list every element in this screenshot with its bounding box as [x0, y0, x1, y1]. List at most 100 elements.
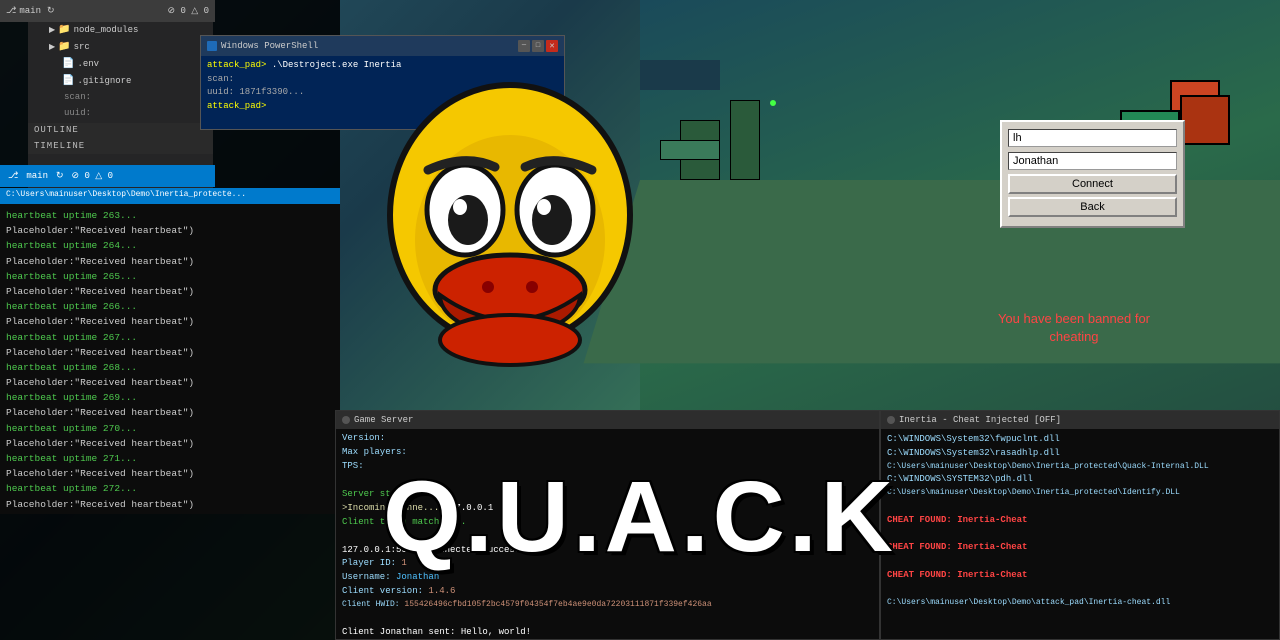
file-tree-item-gitignore[interactable]: 📄 .gitignore	[28, 73, 213, 90]
terminal-line: Placeholder:"Received heartbeat")	[6, 345, 334, 360]
gs-client-msg: Client Jonathan sent: Hello, world!	[342, 627, 531, 637]
file-item-label: src	[74, 41, 90, 55]
file-item-label: .env	[77, 58, 99, 72]
username-input[interactable]	[1008, 152, 1177, 170]
ban-line-2: cheating	[998, 328, 1150, 346]
file-item-label: node_modules	[74, 24, 139, 38]
cheat-line: C:\WINDOWS\System32\rasadhlp.dll	[887, 447, 1273, 461]
statusbar-sync-icon: ↻	[56, 171, 64, 181]
terminal-line: Placeholder:"Received heartbeat")	[6, 254, 334, 269]
cheat-titlebar: Inertia - Cheat Injected [OFF]	[881, 411, 1279, 429]
cheat-path: C:\Users\mainuser\Desktop\Demo\Inertia_p…	[887, 462, 1209, 471]
cheat-line: C:\Users\mainuser\Desktop\Demo\Inertia_p…	[887, 487, 1273, 499]
file-tree-uuid: uuid:	[28, 106, 213, 122]
terminal-line: Placeholder:"Received heartbeat")	[6, 223, 334, 238]
terminal-line: heartbeat uptime 267...	[6, 330, 334, 345]
gs-line: Version:	[342, 432, 873, 446]
statusbar-branch: ⎇	[8, 171, 18, 181]
ps-prompt-2: attack_pad>	[207, 101, 266, 111]
gs-hwid: 155426496cfbd105f2bc4579f04354f7eb4ae9e0…	[400, 600, 712, 609]
terminal-line: heartbeat uptime 269...	[6, 390, 334, 405]
vscode-statusbar: ⎇ main ↻ ⊘ 0 △ 0	[0, 165, 215, 187]
powershell-title: Windows PowerShell	[221, 41, 318, 51]
terminal-line: Placeholder:"Received heartbeat")	[6, 314, 334, 329]
terminal-line: heartbeat uptime 264...	[6, 238, 334, 253]
terminal-line: heartbeat uptime 271...	[6, 451, 334, 466]
vscode-branch-label: main	[19, 6, 41, 16]
file-item-label: .gitignore	[77, 75, 131, 89]
file-tree-item-node-modules[interactable]: ▶ 📁 node_modules	[28, 22, 213, 39]
terminal-dot	[342, 416, 350, 424]
file-tree-scan: scan:	[28, 90, 213, 106]
uuid-label: uuid:	[64, 107, 91, 121]
cheat-terminal: Inertia - Cheat Injected [OFF] C:\WINDOW…	[880, 410, 1280, 640]
powershell-icon	[207, 41, 217, 51]
gs-key: Client version:	[342, 586, 423, 596]
expand-arrow-icon: ▶	[49, 25, 55, 37]
file-tree-section-outline: OUTLINE	[28, 123, 213, 139]
gs-key: Max players:	[342, 447, 407, 457]
cheat-line	[887, 500, 1273, 514]
ps-prompt: attack_pad>	[207, 60, 266, 70]
terminal-line: heartbeat uptime 266...	[6, 299, 334, 314]
cheat-found-3: CHEAT FOUND: Inertia-Cheat	[887, 569, 1273, 583]
gs-line: Client HWID: 155426496cfbd105f2bc4579f04…	[342, 599, 873, 611]
gs-line	[342, 612, 873, 626]
back-button[interactable]: Back	[1008, 197, 1177, 217]
vscode-sync-icon: ↻	[47, 6, 55, 16]
duck-mascot	[370, 55, 650, 425]
folder-icon: 📁	[58, 40, 70, 55]
gs-version: 1.4.6	[423, 586, 455, 596]
cheat-line: C:\Users\mainuser\Desktop\Demo\Inertia_p…	[887, 461, 1273, 473]
gs-key: Version:	[342, 433, 385, 443]
cheat-line	[887, 555, 1273, 569]
ban-message: You have been banned for cheating	[998, 310, 1150, 346]
terminal-line: Placeholder:"Received heartbeat")	[6, 405, 334, 420]
terminal-line: heartbeat uptime 270...	[6, 421, 334, 436]
cheat-found-2: CHEAT FOUND: Inertia-Cheat	[887, 541, 1273, 555]
cheat-line: C:\WINDOWS\SYSTEM32\pdh.dll	[887, 473, 1273, 487]
expand-arrow-icon: ▶	[49, 42, 55, 54]
ban-line-1: You have been banned for	[998, 310, 1150, 328]
cheat-path: C:\WINDOWS\System32\fwpuclnt.dll	[887, 434, 1060, 444]
powershell-titlebar: Windows PowerShell ─ □ ✕	[201, 36, 564, 56]
terminal-line: heartbeat uptime 272...	[6, 481, 334, 496]
cheat-found-1: CHEAT FOUND: Inertia-Cheat	[887, 514, 1273, 528]
gs-line: Client version: 1.4.6	[342, 585, 873, 599]
terminal-line: Placeholder:"Received heartbeat")	[6, 497, 334, 512]
cheat-line: C:\Users\mainuser\Desktop\Demo\attack_pa…	[887, 597, 1273, 609]
cheat-path: C:\Users\mainuser\Desktop\Demo\attack_pa…	[887, 598, 1170, 607]
vscode-branch-icon: ⎇	[6, 6, 16, 16]
terminal-line: Placeholder:"Received heartbeat")	[6, 375, 334, 390]
cheat-path: C:\WINDOWS\System32\rasadhlp.dll	[887, 448, 1060, 458]
cheat-path: C:\Users\mainuser\Desktop\Demo\Inertia_p…	[887, 488, 1180, 497]
server-address-input[interactable]	[1008, 129, 1177, 147]
file-icon: 📄	[62, 57, 74, 72]
terminal-dot	[887, 416, 895, 424]
quack-title: Q.U.A.C.K	[350, 460, 930, 575]
file-tree-item-env[interactable]: 📄 .env	[28, 56, 213, 73]
cheat-title: Inertia - Cheat Injected [OFF]	[899, 415, 1061, 425]
powershell-controls: ─ □ ✕	[518, 40, 558, 52]
gs-line: Client Jonathan sent: Hello, world!	[342, 626, 873, 640]
statusbar-errors: ⊘ 0 △ 0	[72, 171, 113, 181]
folder-icon: 📁	[58, 23, 70, 38]
terminal-line: Placeholder:"Received heartbeat")	[6, 466, 334, 481]
maximize-button[interactable]: □	[532, 40, 544, 52]
vscode-topbar: ⎇ main ↻ ⊘ 0 △ 0	[0, 0, 215, 22]
minimize-button[interactable]: ─	[518, 40, 530, 52]
terminal-line: heartbeat uptime 268...	[6, 360, 334, 375]
close-button[interactable]: ✕	[546, 40, 558, 52]
terminal-path-bar: C:\Users\mainuser\Desktop\Demo\Inertia_p…	[0, 188, 340, 204]
terminal-line: Placeholder:"Received heartbeat")	[6, 436, 334, 451]
ps-output-scan: scan:	[207, 74, 234, 84]
file-tree-item-src[interactable]: ▶ 📁 src	[28, 39, 213, 56]
outline-label: OUTLINE	[34, 124, 79, 138]
terminal-left-panel: heartbeat uptime 263... Placeholder:"Rec…	[0, 204, 340, 514]
connect-button[interactable]: Connect	[1008, 174, 1177, 194]
cheat-content: C:\WINDOWS\System32\fwpuclnt.dll C:\WIND…	[881, 429, 1279, 614]
cheat-line: C:\WINDOWS\System32\fwpuclnt.dll	[887, 433, 1273, 447]
connect-dialog: Connect Back	[1000, 120, 1185, 228]
terminal-line: Placeholder:"Received heartbeat")	[6, 284, 334, 299]
terminal-path-text: C:\Users\mainuser\Desktop\Demo\Inertia_p…	[6, 190, 246, 199]
